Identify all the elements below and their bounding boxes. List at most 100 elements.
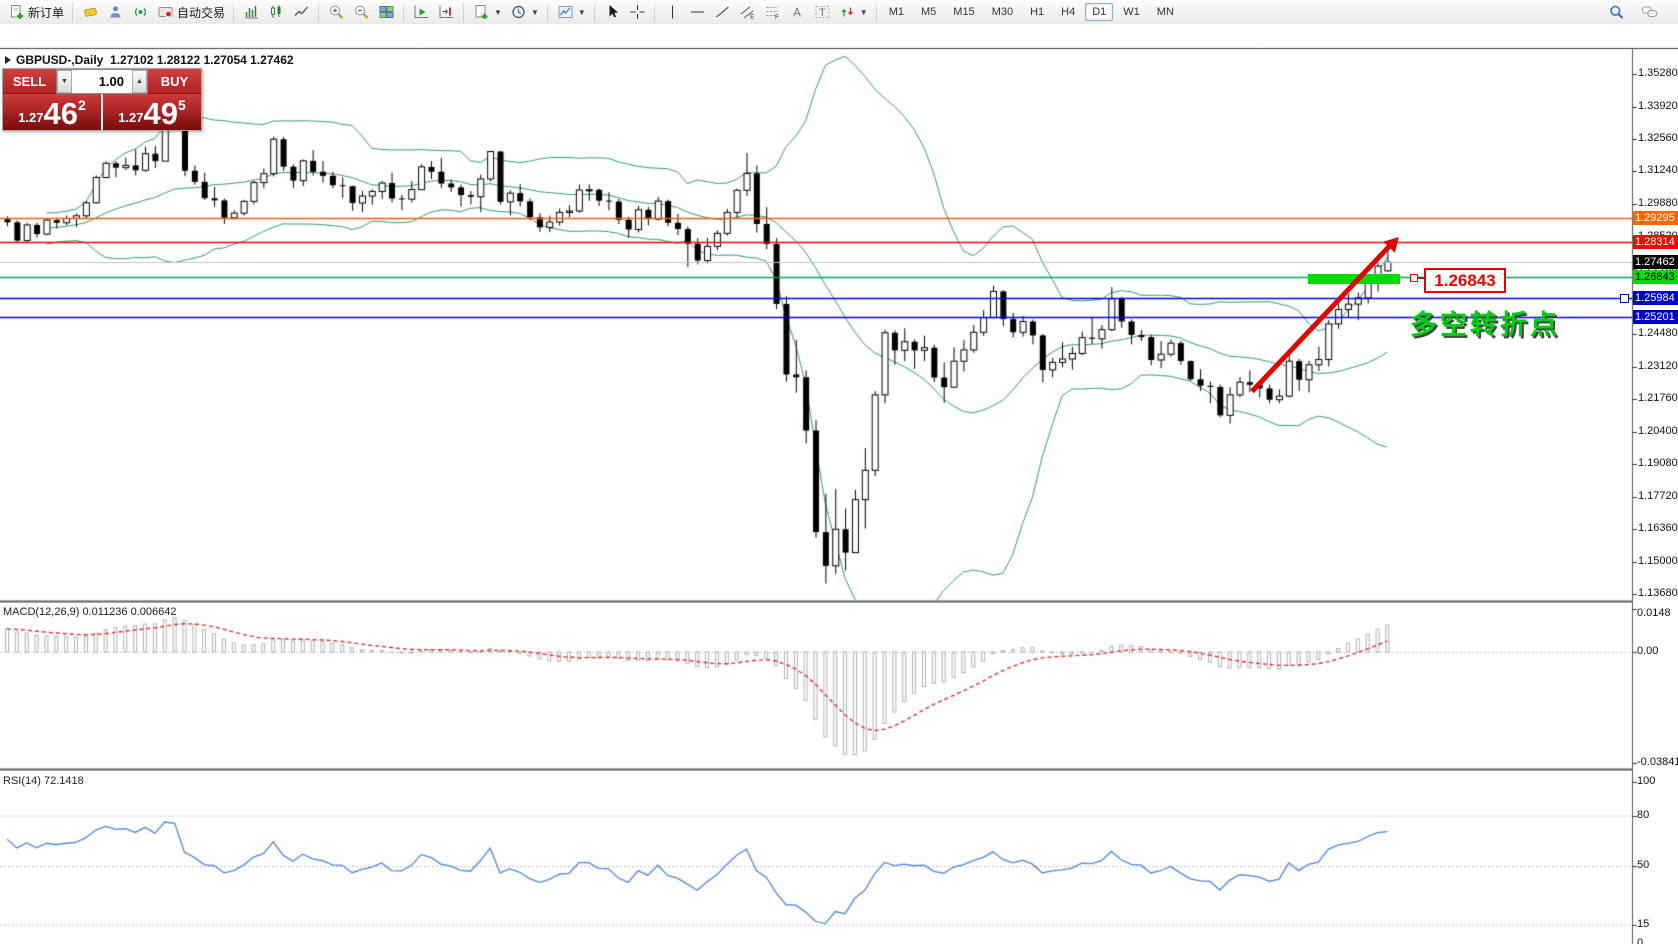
expand-marker-icon[interactable] <box>5 56 11 64</box>
autotrading-icon <box>157 4 174 20</box>
periods-button[interactable]: ▼ <box>506 2 543 22</box>
trend-arrow[interactable] <box>1250 231 1405 394</box>
price-level-label: 1.25984 <box>1633 290 1678 305</box>
signals-button[interactable] <box>128 2 153 22</box>
crosshair-tool-button[interactable] <box>625 2 650 22</box>
one-click-trading-panel: SELL ▼ 1.00 ▲ BUY 1.27 46 2 1.27 49 5 <box>2 68 202 131</box>
price-axis-tick: 1.32560 <box>1638 132 1678 145</box>
spinner-up-icon: ▲ <box>136 78 143 85</box>
autotrading-button[interactable]: 自动交易 <box>153 2 229 23</box>
volume-value[interactable]: 1.00 <box>72 70 132 93</box>
profile-button[interactable] <box>103 2 128 22</box>
volume-decrease-button[interactable]: ▼ <box>57 70 72 93</box>
channel-icon: E <box>739 4 756 21</box>
price-axis-tick: 1.23120 <box>1638 359 1678 372</box>
line-chart-mode-button[interactable] <box>289 2 314 22</box>
vertical-line-icon <box>664 4 681 20</box>
dropdown-caret-icon: ▼ <box>494 7 502 17</box>
market-watch-button[interactable] <box>78 2 103 22</box>
price-note-box[interactable]: 1.26843 <box>1424 268 1506 293</box>
autotrading-label: 自动交易 <box>177 5 226 20</box>
toolbar-separator <box>875 3 878 21</box>
price-level-label: 1.28314 <box>1633 234 1678 249</box>
bar-chart-icon <box>243 4 260 20</box>
shapes-tool-button[interactable]: ▼ <box>835 2 872 22</box>
bar-chart-mode-button[interactable] <box>239 2 264 22</box>
timeframe-button-MN[interactable]: MN <box>1150 3 1181 21</box>
templates-button[interactable]: ▼ <box>553 2 590 22</box>
toolbar-separator <box>653 3 656 21</box>
new-order-button[interactable]: 新订单 <box>4 2 68 23</box>
rsi-axis-label: 50 <box>1637 859 1650 871</box>
hline-tool-button[interactable] <box>685 2 710 22</box>
zoom-in-button[interactable] <box>324 2 349 22</box>
vline-tool-button[interactable] <box>660 2 685 22</box>
price-axis-tick: 1.35280 <box>1638 67 1678 79</box>
chart-shift-button[interactable] <box>434 2 459 22</box>
channel-tool-button[interactable]: E <box>735 2 760 22</box>
macd-axis-label: -0.038415 <box>1637 756 1678 769</box>
sell-button[interactable]: SELL <box>3 69 56 94</box>
ohlc-values: 1.27102 1.28122 1.27054 1.27462 <box>110 53 294 67</box>
fibonacci-icon: F <box>764 4 781 21</box>
sell-price-sup: 2 <box>78 97 86 113</box>
text-tool-button[interactable]: A <box>785 2 810 22</box>
sell-price-big: 46 <box>43 96 78 131</box>
zoom-out-button[interactable] <box>349 2 374 22</box>
sell-price-display[interactable]: 1.27 46 2 <box>3 94 101 130</box>
buy-button[interactable]: BUY <box>148 69 201 94</box>
timeframe-button-M5[interactable]: M5 <box>914 3 943 21</box>
chart-title: GBPUSD-,Daily 1.27102 1.28122 1.27054 1.… <box>5 53 294 67</box>
cursor-tool-button[interactable] <box>600 2 625 22</box>
timeframe-button-W1[interactable]: W1 <box>1116 3 1147 21</box>
price-level-label: 1.25201 <box>1633 309 1678 324</box>
svg-text:A: A <box>793 6 801 20</box>
timeframe-button-D1[interactable]: D1 <box>1085 3 1114 21</box>
buy-price-sup: 5 <box>178 97 186 113</box>
fibonacci-tool-button[interactable]: F <box>760 2 785 22</box>
crosshair-icon <box>629 4 646 20</box>
search-icon[interactable] <box>1608 4 1625 20</box>
clock-icon <box>510 4 527 20</box>
arrows-icon <box>839 4 856 20</box>
volume-increase-button[interactable]: ▲ <box>132 70 147 93</box>
price-axis-tick: 1.15000 <box>1638 555 1678 568</box>
template-icon <box>557 4 574 20</box>
rsi-axis-label: 15 <box>1637 917 1650 930</box>
tile-windows-button[interactable] <box>374 2 399 22</box>
toolbar-separator <box>593 3 596 21</box>
spinner-down-icon: ▼ <box>61 78 68 85</box>
price-note-connector <box>1417 277 1424 279</box>
price-axis-tick: 1.16360 <box>1638 522 1678 535</box>
buy-price-display[interactable]: 1.27 49 5 <box>101 94 201 130</box>
text-a-icon: A <box>789 4 806 20</box>
timeframe-button-M1[interactable]: M1 <box>882 3 911 21</box>
hline-selection-handle[interactable] <box>1620 294 1629 303</box>
rsi-axis-label: 0 <box>1637 937 1644 944</box>
turning-point-note[interactable]: 多空转折点 <box>1410 303 1560 342</box>
dropdown-caret-icon: ▼ <box>859 7 868 17</box>
candlestick-mode-button[interactable] <box>264 2 289 22</box>
zoom-out-icon <box>353 4 370 20</box>
timeframe-button-H1[interactable]: H1 <box>1023 3 1051 21</box>
sell-price-prefix: 1.27 <box>18 110 44 125</box>
price-axis-tick: 1.19080 <box>1638 456 1678 469</box>
toolbar-separator <box>403 3 405 21</box>
chat-icon[interactable] <box>1641 4 1658 20</box>
macd-axis-label: 0.0148 <box>1637 607 1671 619</box>
text-label-icon: T <box>814 4 831 20</box>
symbol-period-label: GBPUSD-,Daily <box>16 53 104 67</box>
new-chart-button[interactable]: ▼ <box>469 2 506 22</box>
auto-scroll-button[interactable] <box>409 2 434 22</box>
profile-icon <box>107 4 124 20</box>
label-tool-button[interactable]: T <box>810 2 835 22</box>
toolbar-separator <box>463 3 465 21</box>
price-axis-tick: 1.33920 <box>1638 99 1678 112</box>
buy-price-prefix: 1.27 <box>118 110 144 125</box>
timeframe-button-H4[interactable]: H4 <box>1054 3 1082 21</box>
timeframe-button-M30[interactable]: M30 <box>985 3 1020 21</box>
arrow-head-icon <box>1382 231 1405 253</box>
rsi-indicator-label: RSI(14) 72.1418 <box>3 775 84 787</box>
timeframe-button-M15[interactable]: M15 <box>946 3 981 21</box>
trendline-tool-button[interactable] <box>710 2 735 22</box>
